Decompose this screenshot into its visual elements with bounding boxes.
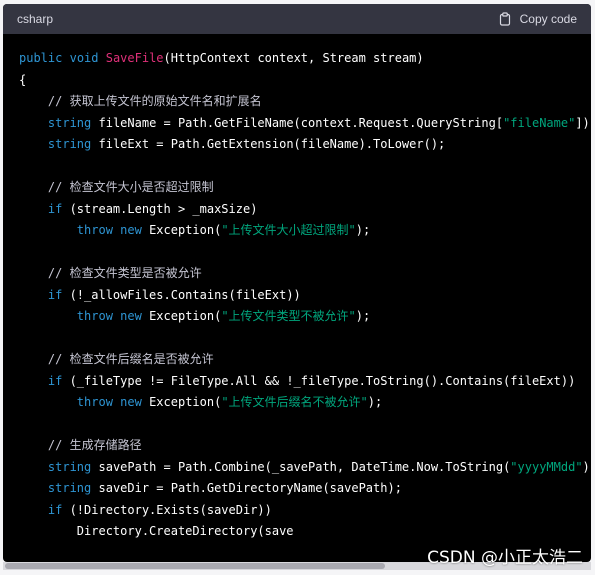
code-token: savePath = Path.Combine(_savePath, DateT… xyxy=(91,459,511,474)
code-token: (_fileType != FileType.All && !_fileType… xyxy=(62,373,576,388)
code-token: Exception( xyxy=(141,395,222,409)
code-token: // 检查文件类型是否被允许 xyxy=(47,266,202,280)
code-token: "上传文件类型不被允许" xyxy=(221,309,356,323)
code-token: new xyxy=(120,223,142,237)
code-block: csharp Copy code public void SaveFile(Ht… xyxy=(3,4,591,562)
code-token: string xyxy=(47,115,92,130)
code-token: fileName = Path.GetFileName(context.Requ… xyxy=(91,115,504,130)
code-token: if xyxy=(47,287,63,302)
scrollbar-thumb[interactable] xyxy=(5,563,385,569)
copy-code-button[interactable]: Copy code xyxy=(498,12,577,26)
code-line: // 生成存储路径 xyxy=(19,435,591,457)
code-line: throw new Exception("上传文件后缀名不被允许"); xyxy=(19,392,591,414)
code-line: { xyxy=(19,70,591,92)
code-block-header: csharp Copy code xyxy=(3,4,591,34)
copy-code-label: Copy code xyxy=(519,12,577,26)
code-token: (!Directory.Exists(saveDir)) xyxy=(62,502,272,517)
code-line: string fileExt = Path.GetExtension(fileN… xyxy=(19,134,591,156)
code-token: string xyxy=(47,459,92,474)
code-token: ), P xyxy=(582,459,591,474)
code-line: // 检查文件后缀名是否被允许 xyxy=(19,349,591,371)
code-token: if xyxy=(47,502,63,517)
code-line: string fileName = Path.GetFileName(conte… xyxy=(19,113,591,135)
code-token: // 生成存储路径 xyxy=(47,438,142,452)
code-line: string saveDir = Path.GetDirectoryName(s… xyxy=(19,478,591,500)
code-token: ]); xyxy=(575,115,591,130)
code-token: Directory.CreateDirectory(save xyxy=(19,524,294,538)
code-token: ); xyxy=(367,395,383,409)
code-token: new xyxy=(120,309,142,323)
code-token: (HttpContext context, Stream stream) xyxy=(163,51,424,65)
code-token: if xyxy=(47,373,63,388)
code-line: if (!_allowFiles.Contains(fileExt)) xyxy=(19,285,591,307)
code-token: "yyyyMMdd" xyxy=(510,459,583,474)
code-line: throw new Exception("上传文件类型不被允许"); xyxy=(19,306,591,328)
code-token: ); xyxy=(355,223,371,237)
code-token: string xyxy=(47,137,92,151)
code-token: if xyxy=(47,201,63,216)
code-token: // 检查文件大小是否超过限制 xyxy=(47,180,214,194)
code-line: if (_fileType != FileType.All && !_fileT… xyxy=(19,371,591,393)
code-content: public void SaveFile(HttpContext context… xyxy=(19,48,591,543)
code-language-label: csharp xyxy=(17,12,54,26)
code-token: "上传文件后缀名不被允许" xyxy=(221,395,368,409)
code-token: string xyxy=(47,481,92,495)
code-line: if (!Directory.Exists(saveDir)) xyxy=(19,500,591,522)
code-line: public void SaveFile(HttpContext context… xyxy=(19,48,591,70)
code-token: { xyxy=(19,72,27,87)
code-token: SaveFile xyxy=(105,51,164,65)
code-token: fileExt = Path.GetExtension(fileName).To… xyxy=(91,137,446,151)
code-token: throw xyxy=(76,309,113,323)
code-token: public xyxy=(19,51,63,65)
code-token: Exception( xyxy=(141,309,222,323)
code-line: Directory.CreateDirectory(save xyxy=(19,521,591,543)
code-token: Exception( xyxy=(141,223,222,237)
code-line: // 获取上传文件的原始文件名和扩展名 xyxy=(19,91,591,113)
code-line: // 检查文件大小是否超过限制 xyxy=(19,177,591,199)
code-line: if (stream.Length > _maxSize) xyxy=(19,199,591,221)
watermark: CSDN @小正太浩二 xyxy=(427,548,583,568)
code-token: "上传文件大小超过限制" xyxy=(221,223,356,237)
code-token: throw xyxy=(76,395,113,409)
code-token: (stream.Length > _maxSize) xyxy=(62,201,258,216)
code-token: (!_allowFiles.Contains(fileExt)) xyxy=(62,287,301,302)
code-token: "fileName" xyxy=(503,115,576,130)
code-token: new xyxy=(120,395,142,409)
code-token: ); xyxy=(355,309,371,323)
code-token: throw xyxy=(76,223,113,237)
code-token: void xyxy=(69,51,99,65)
code-token: // 检查文件后缀名是否被允许 xyxy=(47,352,214,366)
code-token: // 获取上传文件的原始文件名和扩展名 xyxy=(47,94,262,108)
code-token: saveDir = Path.GetDirectoryName(savePath… xyxy=(91,481,402,495)
code-line: throw new Exception("上传文件大小超过限制"); xyxy=(19,220,591,242)
code-line: // 检查文件类型是否被允许 xyxy=(19,263,591,285)
clipboard-icon xyxy=(499,12,510,26)
code-line: string savePath = Path.Combine(_savePath… xyxy=(19,457,591,479)
